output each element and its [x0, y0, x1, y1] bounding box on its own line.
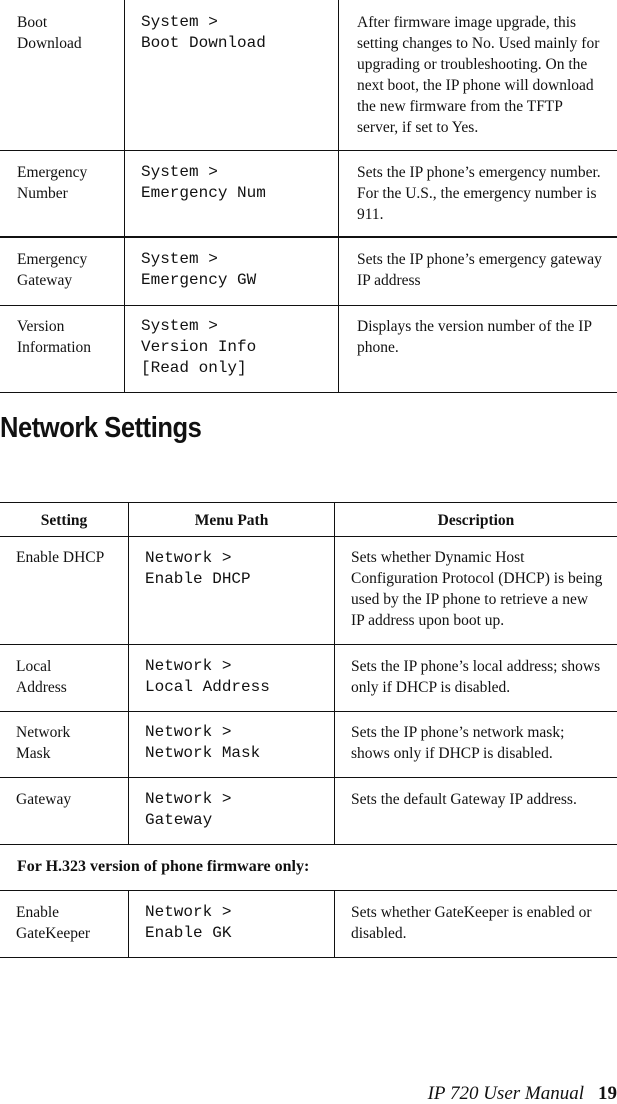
description: Sets the default Gateway IP address.	[334, 778, 617, 844]
h323-note: For H.323 version of phone firmware only…	[17, 858, 310, 875]
header-description: Description	[334, 503, 617, 536]
table-row: Enable DHCP Network > Enable DHCP Sets w…	[0, 537, 617, 644]
table-row: Local Address Network > Local Address Se…	[0, 645, 617, 711]
table-row: Gateway Network > Gateway Sets the defau…	[0, 778, 617, 844]
header-setting: Setting	[40, 512, 88, 529]
table-row: Enable GateKeeper Network > Enable GK Se…	[0, 891, 617, 957]
description: After firmware image upgrade, this setti…	[338, 0, 617, 150]
section-title: Network Settings	[0, 412, 202, 444]
header-menu-path: Menu Path	[128, 503, 334, 536]
menu-path: Network > Gateway	[128, 778, 334, 844]
menu-path: Network > Local Address	[128, 645, 334, 711]
menu-path: System > Emergency GW	[124, 238, 338, 305]
description: Sets the IP phone’s local address; shows…	[334, 645, 617, 711]
divider	[0, 957, 617, 958]
table-row: Emergency Number System > Emergency Num …	[0, 151, 617, 237]
setting-name: Network Mask	[16, 724, 71, 762]
setting-name: Version Information	[17, 318, 92, 356]
menu-path: Network > Enable DHCP	[128, 537, 334, 644]
setting-name: Gateway	[16, 791, 72, 808]
setting-name: Boot Download	[17, 14, 82, 52]
description: Sets the IP phone’s network mask; shows …	[334, 712, 617, 777]
description: Sets whether GateKeeper is enabled or di…	[334, 891, 617, 957]
menu-path: System > Boot Download	[124, 0, 338, 150]
menu-path: Network > Network Mask	[128, 712, 334, 777]
menu-path: System > Version Info [Read only]	[124, 306, 338, 392]
setting-name: Enable DHCP	[16, 549, 105, 566]
description: Sets the IP phone’s emergency gateway IP…	[338, 238, 617, 305]
description: Sets whether Dynamic Host Configuration …	[334, 537, 617, 644]
table-header: Setting Menu Path Description	[0, 503, 617, 536]
description: Sets the IP phone’s emergency number. Fo…	[338, 151, 617, 237]
description: Displays the version number of the IP ph…	[338, 306, 617, 392]
divider	[0, 844, 617, 845]
menu-path: System > Emergency Num	[124, 151, 338, 237]
menu-path: Network > Enable GK	[128, 891, 334, 957]
divider	[0, 392, 617, 393]
table-row: Boot Download System > Boot Download Aft…	[0, 0, 617, 150]
setting-name: Enable GateKeeper	[16, 904, 91, 942]
table-row: Network Mask Network > Network Mask Sets…	[0, 712, 617, 777]
table-row: Emergency Gateway System > Emergency GW …	[0, 238, 617, 305]
table-row: Version Information System > Version Inf…	[0, 306, 617, 392]
setting-name: Emergency Gateway	[17, 251, 88, 289]
setting-name: Emergency Number	[17, 164, 88, 202]
setting-name: Local Address	[16, 658, 67, 696]
